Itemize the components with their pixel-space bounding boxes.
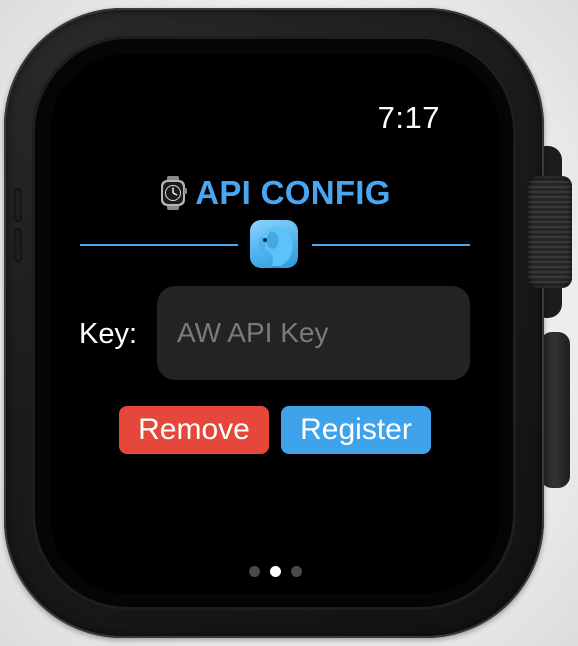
status-time: 7:17 [377, 100, 440, 135]
api-key-form: Key: [50, 286, 500, 382]
watch-screen: 7:17 API CONFIG Key: AW API Key Remove R… [50, 54, 500, 594]
register-button[interactable]: Register [281, 406, 431, 454]
side-button[interactable] [540, 332, 570, 488]
watch-case: 7:17 API CONFIG Key: AW API Key Remove R… [4, 8, 544, 638]
api-key-input[interactable] [157, 286, 470, 380]
page-title: API CONFIG [195, 174, 391, 211]
page-dot [248, 566, 260, 577]
page-dot-active [269, 566, 281, 577]
action-buttons: Remove Register [50, 406, 500, 454]
page-dot [290, 566, 302, 577]
digital-crown[interactable] [528, 176, 572, 288]
header: API CONFIG [50, 174, 500, 212]
speaker-grille [14, 188, 22, 222]
divider-left [80, 244, 238, 246]
speaker-grille [14, 228, 22, 262]
page-indicator[interactable] [50, 566, 500, 577]
watch-icon [161, 176, 188, 210]
elephant-app-icon [250, 220, 298, 268]
device-frame: 7:17 API CONFIG Key: AW API Key Remove R… [0, 0, 578, 646]
key-label: Key: [79, 318, 138, 350]
remove-button[interactable]: Remove [119, 406, 269, 454]
divider-right [312, 244, 470, 246]
